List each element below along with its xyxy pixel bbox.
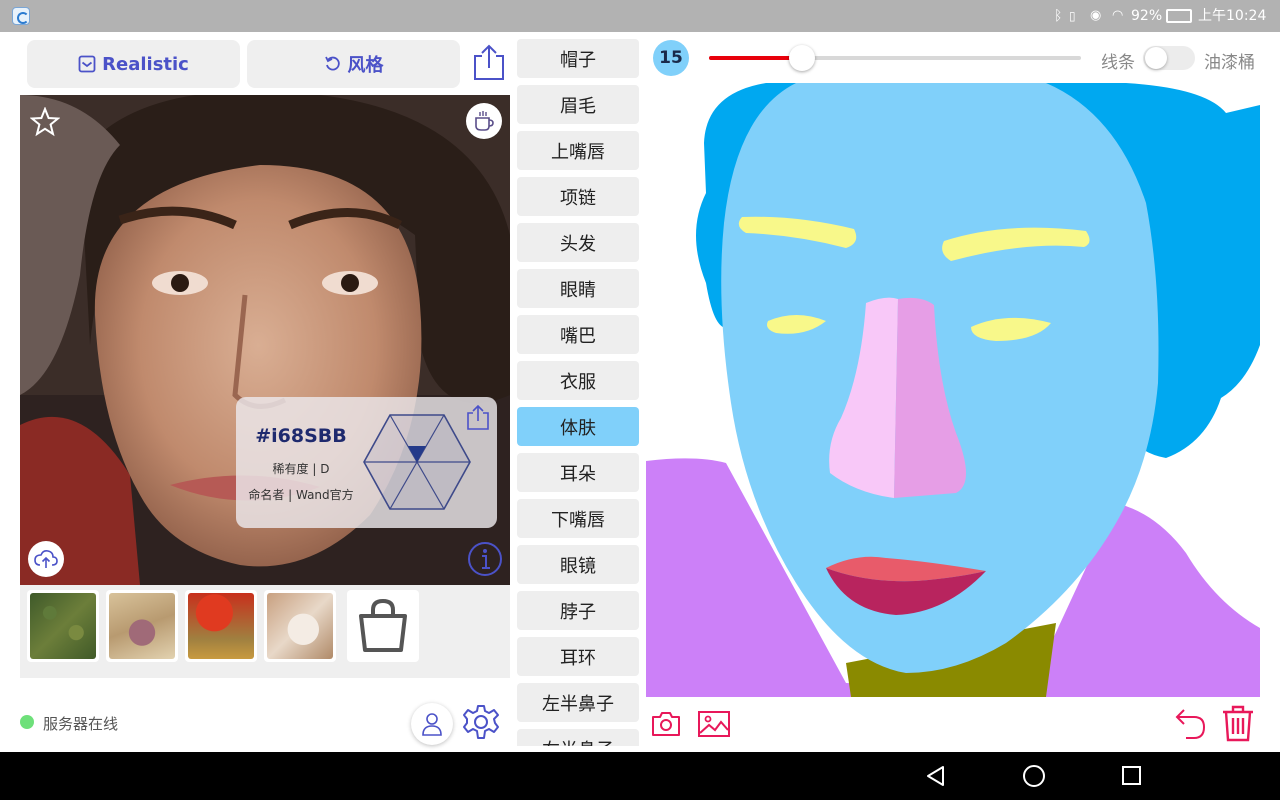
server-status-dot [20,715,34,729]
red-rust-texture [188,593,254,659]
part-item[interactable]: 嘴巴 [517,315,639,354]
part-item[interactable]: 体肤 [517,407,639,446]
shop-button[interactable] [347,590,419,662]
style-label: 风格 [347,55,384,76]
clear-button[interactable] [1220,704,1256,742]
cloud-upload-icon [34,550,58,568]
back-button[interactable] [925,765,947,787]
part-item[interactable]: 衣服 [517,361,639,400]
bucket-mode-label: 油漆桶 [1204,53,1255,73]
upload-button[interactable] [28,541,64,577]
back-triangle-icon [927,766,944,786]
realistic-label: Realistic [102,53,189,75]
status-bar: ᛒ ▯ ◉ ◠ 92% 上午10:24 [0,0,1280,32]
vibrate-icon: ▯ [1069,9,1076,23]
system-nav-bar [0,752,1280,800]
recents-button[interactable] [1122,766,1141,785]
part-item[interactable]: 头发 [517,223,639,262]
coffee-cup-icon [475,111,494,131]
part-item[interactable]: 帽子 [517,39,639,78]
part-item[interactable]: 下嘴唇 [517,499,639,538]
share-icon [467,404,489,430]
line-mode-label: 线条 [1101,53,1135,73]
moss-texture [30,593,96,659]
user-icon [422,713,442,736]
undo-icon [324,56,340,71]
part-item[interactable]: 耳朵 [517,453,639,492]
slider-thumb[interactable] [789,45,815,71]
hexagon-badge-icon [363,414,471,510]
brush-size-slider[interactable] [709,45,1081,71]
trash-icon [1223,705,1253,742]
segmentation-canvas[interactable] [646,83,1260,697]
info-icon [468,542,502,576]
home-button[interactable] [1023,765,1045,787]
battery-percent: 92% [1131,8,1163,24]
coffee-button[interactable] [466,103,502,139]
style-button[interactable]: 风格 [247,40,460,88]
part-item[interactable]: 眉毛 [517,85,639,124]
realistic-button[interactable]: Realistic [27,40,240,88]
gear-icon [463,705,499,739]
white-crystal-texture [267,593,333,659]
clock: 上午10:24 [1198,8,1267,24]
style-info-card: #i68SBB 稀有度 | D 命名者 | Wand官方 [236,397,497,528]
style-thumbnail-strip [20,585,510,678]
undo-button[interactable] [1172,705,1208,741]
part-list: 帽子眉毛上嘴唇项链头发眼睛嘴巴衣服体肤耳朵下嘴唇眼镜脖子耳环左半鼻子右半鼻子 [517,38,639,746]
pink-sand-texture [109,593,175,659]
wifi-icon: ◠ [1112,8,1124,23]
undo-icon [1175,709,1206,739]
eye-comfort-icon: ◉ [1090,8,1102,23]
camera-icon [652,712,680,736]
shopping-bag-icon [359,598,407,652]
brush-size-badge: 15 [653,40,689,76]
style-thumbnail-1[interactable] [27,590,99,662]
style-code: #i68SBB [255,425,347,447]
info-button[interactable] [467,541,503,577]
rarity-text: 稀有度 | D [272,462,330,476]
part-item[interactable]: 左半鼻子 [517,683,639,722]
server-status-text: 服务器在线 [43,715,119,733]
segmentation-map [646,83,1260,697]
gallery-button[interactable] [697,708,731,740]
battery-icon [1166,9,1192,23]
star-icon [29,106,61,137]
part-item[interactable]: 耳环 [517,637,639,676]
bluetooth-icon: ᛒ [1054,8,1063,24]
part-item[interactable]: 眼镜 [517,545,639,584]
toggle-knob [1145,47,1167,69]
namer-text: 命名者 | Wand官方 [248,488,354,502]
part-item[interactable]: 上嘴唇 [517,131,639,170]
camera-button[interactable] [650,708,682,740]
share-button[interactable] [470,42,508,82]
image-icon [698,711,730,737]
settings-button[interactable] [461,703,501,743]
style-thumbnail-2[interactable] [106,590,178,662]
user-button[interactable] [411,703,453,745]
share-icon [474,44,504,80]
app-notification-icon [12,7,30,25]
part-item[interactable]: 右半鼻子 [517,729,639,746]
mode-toggle[interactable] [1143,46,1195,70]
part-item[interactable]: 脖子 [517,591,639,630]
part-item[interactable]: 项链 [517,177,639,216]
favorite-button[interactable] [29,106,61,137]
card-share-button[interactable] [465,403,491,431]
part-item[interactable]: 眼睛 [517,269,639,308]
style-thumbnail-4[interactable] [264,590,336,662]
checkbox-icon [78,55,96,73]
style-thumbnail-3[interactable] [185,590,257,662]
